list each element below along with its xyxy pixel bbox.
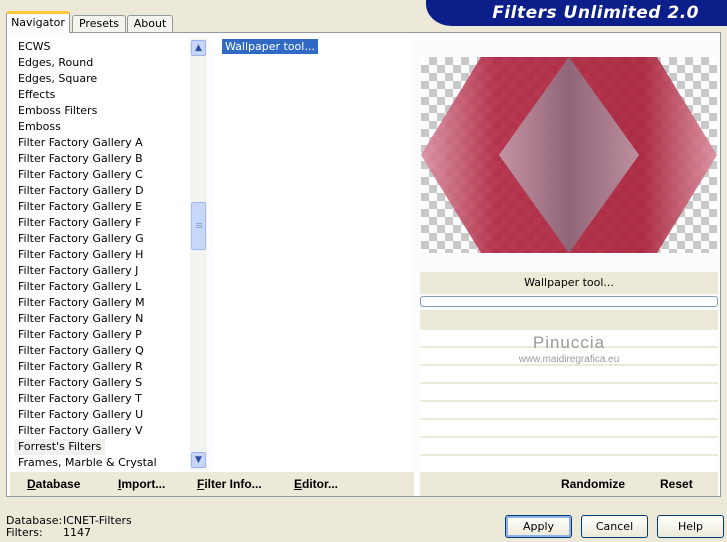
right-link-bar: Randomize Reset: [420, 472, 718, 496]
category-item[interactable]: Edges, Round: [14, 55, 97, 71]
tab-about[interactable]: About: [127, 15, 173, 33]
category-item[interactable]: Emboss Filters: [14, 103, 101, 119]
scrollbar-thumb[interactable]: [191, 202, 206, 250]
category-item[interactable]: Frames, Marble & Crystal: [14, 455, 161, 471]
category-item[interactable]: Filter Factory Gallery B: [14, 151, 147, 167]
filter-item-wallpaper-tool[interactable]: Wallpaper tool...: [222, 39, 318, 54]
chevron-up-icon[interactable]: ▲: [191, 40, 206, 56]
category-item[interactable]: Filter Factory Gallery D: [14, 183, 148, 199]
reset-link[interactable]: Reset: [660, 477, 693, 491]
parameter-row: [420, 438, 718, 454]
category-item[interactable]: Filter Factory Gallery C: [14, 167, 147, 183]
app-title: Filters Unlimited 2.0: [492, 3, 699, 23]
category-item[interactable]: Filter Factory Gallery F: [14, 215, 145, 231]
category-item[interactable]: ECWS: [14, 39, 55, 55]
category-item[interactable]: Filter Factory Gallery R: [14, 359, 147, 375]
category-item[interactable]: Emboss: [14, 119, 65, 135]
editor-link[interactable]: Editor...: [294, 477, 338, 491]
filters-info: Filters: 1147: [6, 526, 91, 539]
category-item[interactable]: Filter Factory Gallery Q: [14, 343, 148, 359]
category-item[interactable]: Filter Factory Gallery J: [14, 263, 142, 279]
category-item[interactable]: Filter Factory Gallery M: [14, 295, 149, 311]
category-item[interactable]: Filter Factory Gallery A: [14, 135, 147, 151]
category-item[interactable]: Filter Factory Gallery G: [14, 231, 148, 247]
category-item[interactable]: Filter Factory Gallery H: [14, 247, 147, 263]
category-item[interactable]: Forrest's Filters: [14, 439, 106, 455]
filter-list[interactable]: Wallpaper tool...: [214, 37, 414, 471]
preview-canvas: [421, 57, 717, 253]
preview-filter-name: Wallpaper tool...: [420, 272, 718, 294]
parameter-row: [420, 420, 718, 436]
filters-count: 1147: [63, 526, 91, 539]
randomize-link[interactable]: Randomize: [561, 477, 625, 491]
parameter-row: [420, 366, 718, 382]
preview-image: [421, 57, 717, 253]
category-item[interactable]: Filter Factory Gallery L: [14, 279, 145, 295]
filter-info-link[interactable]: Filter Info...: [197, 477, 262, 491]
category-item[interactable]: Edges, Square: [14, 71, 101, 87]
watermark-url: www.maidiregrafica.eu: [518, 354, 620, 365]
parameter-row: [420, 384, 718, 400]
tab-presets[interactable]: Presets: [72, 15, 126, 33]
database-link[interactable]: Database: [27, 477, 80, 491]
category-item[interactable]: Filter Factory Gallery E: [14, 199, 146, 215]
category-list[interactable]: ECWS Edges, Round Edges, Square Effects Embo…: [10, 37, 208, 471]
watermark-name: Pinuccia: [532, 333, 606, 352]
tab-navigator[interactable]: Navigator: [6, 11, 70, 33]
chevron-down-icon[interactable]: ▼: [191, 452, 206, 468]
category-item[interactable]: Filter Factory Gallery S: [14, 375, 146, 391]
import-link[interactable]: Import...: [118, 477, 165, 491]
apply-button[interactable]: Apply: [505, 515, 572, 538]
category-item[interactable]: Effects: [14, 87, 59, 103]
left-link-bar: Database Import... Filter Info... Editor…: [10, 472, 414, 496]
parameter-row: [420, 402, 718, 418]
category-item[interactable]: Filter Factory Gallery U: [14, 407, 147, 423]
watermark: Pinuccia www.maidiregrafica.eu: [420, 333, 718, 365]
parameter-row: [420, 456, 718, 472]
progress-bar: [420, 296, 718, 307]
category-item[interactable]: Filter Factory Gallery T: [14, 391, 146, 407]
category-scrollbar[interactable]: ▲ ▼: [190, 38, 207, 470]
cancel-button[interactable]: Cancel: [581, 515, 648, 538]
category-item[interactable]: Filter Factory Gallery N: [14, 311, 147, 327]
help-button[interactable]: Help: [657, 515, 724, 538]
category-item[interactable]: Filter Factory Gallery P: [14, 327, 146, 343]
category-item[interactable]: Filter Factory Gallery V: [14, 423, 147, 439]
app-banner: Filters Unlimited 2.0: [426, 0, 727, 26]
